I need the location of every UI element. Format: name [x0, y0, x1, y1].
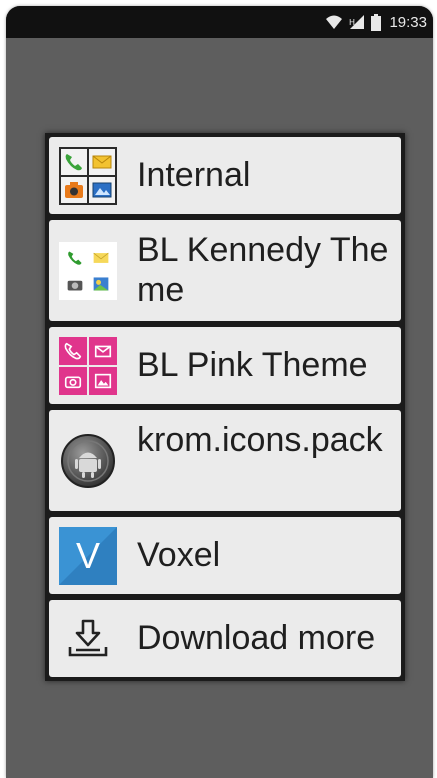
option-download-more[interactable]: Download more: [49, 600, 401, 677]
option-bl-pink-theme[interactable]: BL Pink Theme: [49, 327, 401, 404]
option-label: BL Pink Theme: [137, 346, 368, 384]
voxel-icon: V: [59, 526, 117, 585]
option-internal[interactable]: Internal: [49, 137, 401, 214]
internal-theme-icon: [59, 146, 117, 205]
svg-text:H: H: [349, 18, 355, 27]
option-label: Internal: [137, 156, 251, 194]
option-label: krom.icons.pack: [137, 421, 383, 459]
download-icon: [59, 610, 117, 668]
option-voxel[interactable]: V Voxel: [49, 517, 401, 594]
pink-theme-icon: [59, 336, 117, 395]
status-icons: H 19:33: [325, 10, 427, 34]
battery-icon: [371, 13, 382, 31]
status-time: 19:33: [389, 13, 427, 31]
option-label: Download more: [137, 619, 376, 657]
phone-screen: H 19:33 Internal BL Kennedy Theme BL Pin…: [6, 6, 433, 778]
kennedy-theme-icon: [59, 241, 117, 300]
option-bl-kennedy-theme[interactable]: BL Kennedy Theme: [49, 220, 401, 321]
option-krom-icons-pack[interactable]: krom.icons.pack: [49, 410, 401, 511]
wifi-icon: [326, 15, 343, 29]
android-icon: [59, 432, 117, 490]
voxel-icon-letter: V: [75, 534, 100, 576]
icon-pack-chooser-dialog: Internal BL Kennedy Theme BL Pink Theme …: [45, 133, 405, 681]
option-label: BL Kennedy Theme: [137, 231, 389, 309]
option-label: Voxel: [137, 536, 221, 574]
signal-icon: H: [349, 15, 365, 29]
status-bar: H 19:33: [6, 6, 433, 38]
